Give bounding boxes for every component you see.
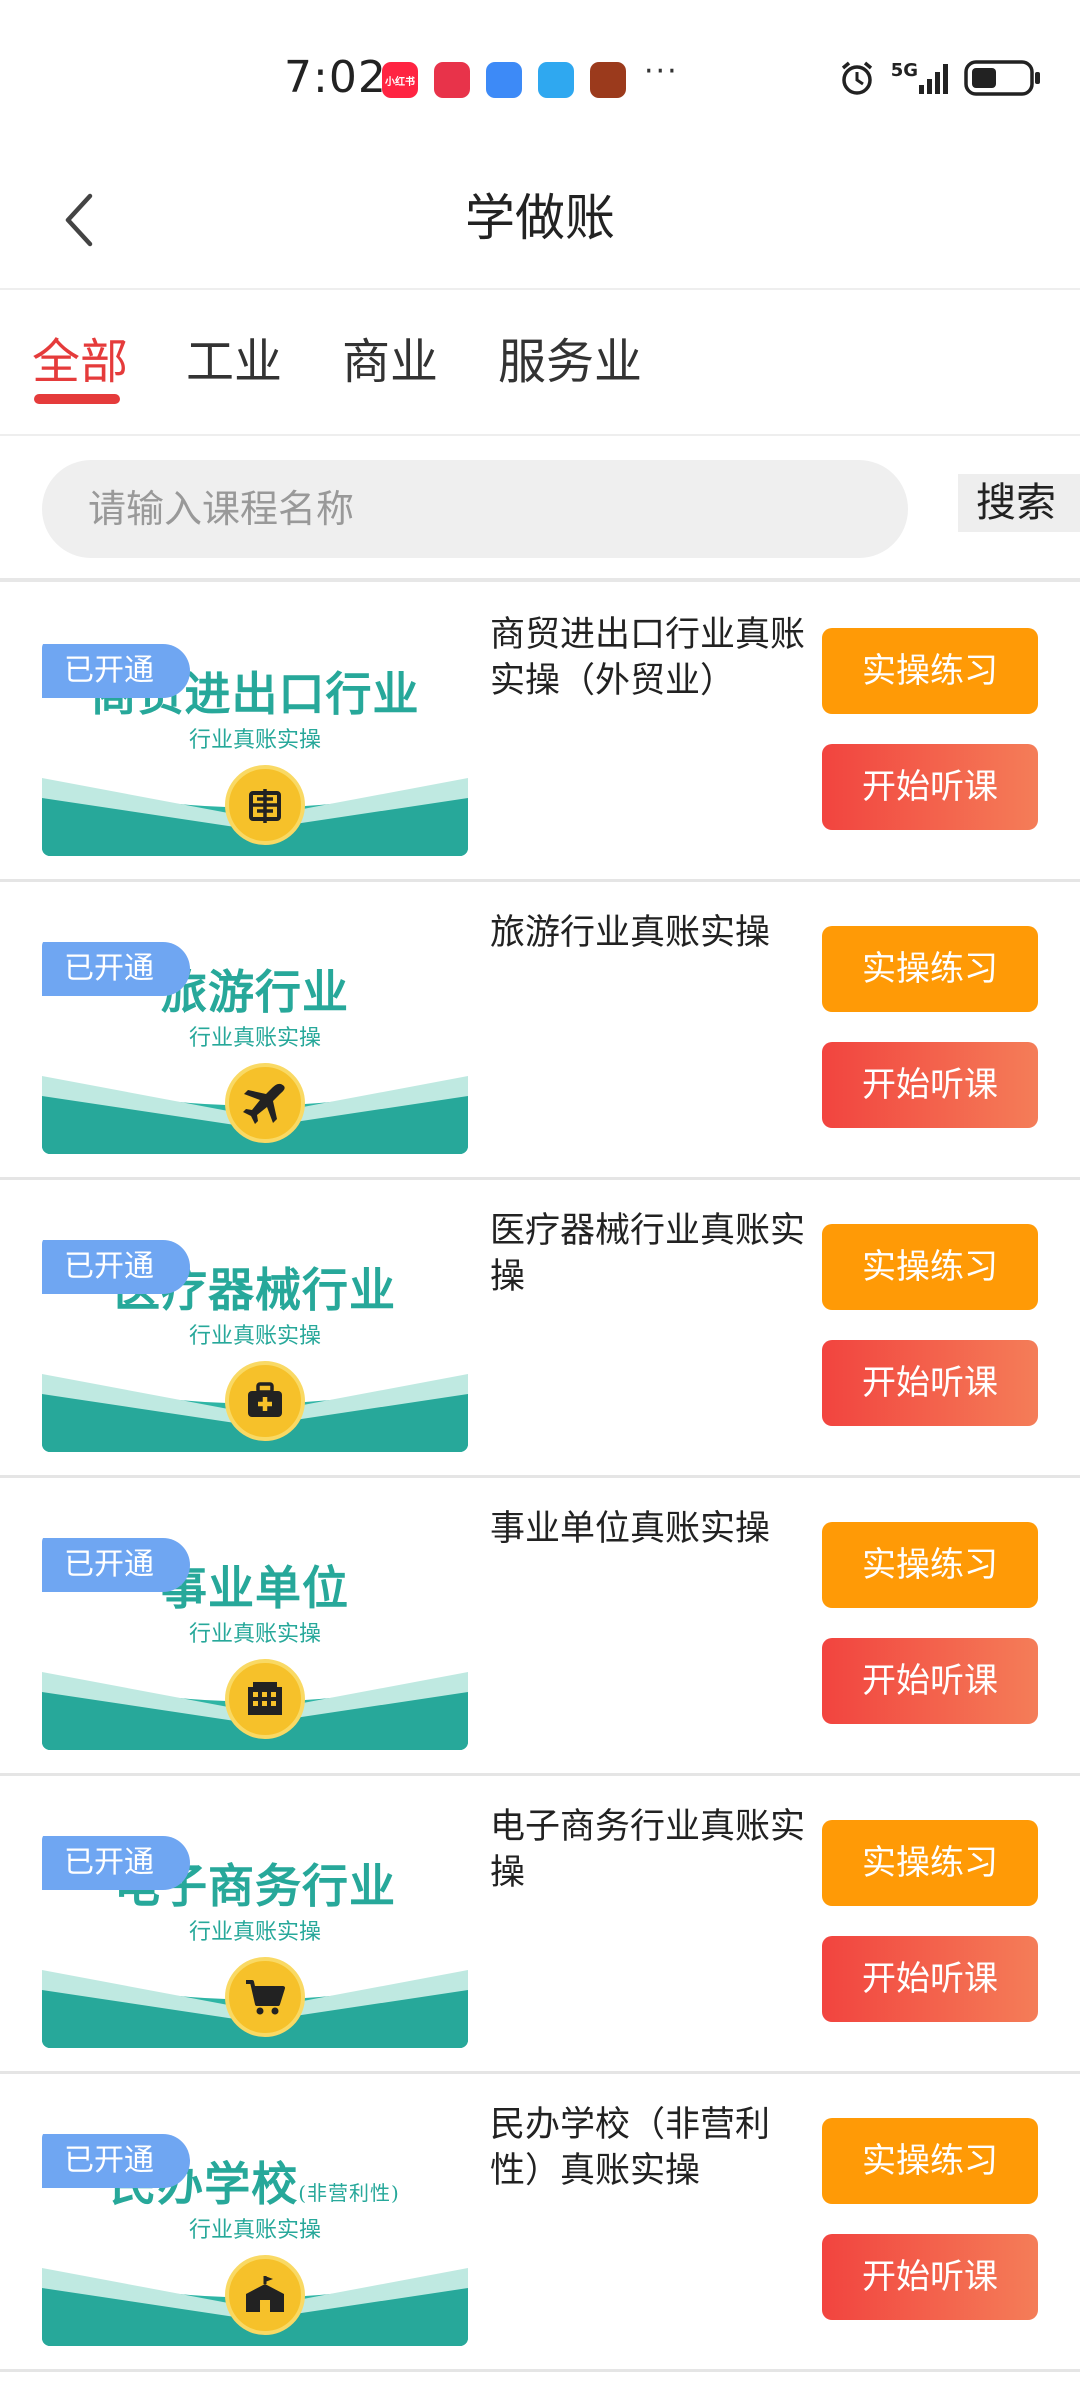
- banner-subtitle: 行业真账实操: [188, 2218, 321, 2243]
- course-list: 商贸进出口行业 行业真账实操 已开通 商贸进出口行业真账实操（外贸业） 实操练习 开始听课…: [0, 584, 1080, 2372]
- course-banner[interactable]: 商贸进出口行业 行业真账实操 已开通: [42, 640, 468, 856]
- building-icon: [225, 1659, 305, 1739]
- tab-industry[interactable]: 工业: [186, 322, 282, 392]
- school-icon: [225, 2255, 305, 2335]
- search-input[interactable]: [42, 460, 908, 558]
- enrolled-badge: 已开通: [42, 1240, 190, 1294]
- start-listening-button[interactable]: 开始听课: [822, 1042, 1038, 1128]
- start-listening-button[interactable]: 开始听课: [822, 1638, 1038, 1724]
- banner-subtitle: 行业真账实操: [188, 728, 321, 753]
- start-listening-button[interactable]: 开始听课: [822, 744, 1038, 830]
- practice-button[interactable]: 实操练习: [822, 1820, 1038, 1906]
- course-name[interactable]: 旅游行业真账实操: [490, 910, 810, 956]
- course-item[interactable]: 医疗器械行业 行业真账实操 已开通 医疗器械行业真账实操 实操练习 开始听课: [0, 1180, 1080, 1478]
- huawei-icon: [434, 62, 470, 98]
- practice-button[interactable]: 实操练习: [822, 926, 1038, 1012]
- enrolled-badge: 已开通: [42, 1836, 190, 1890]
- system-status: 5G: [837, 58, 1042, 102]
- enrolled-badge: 已开通: [42, 1538, 190, 1592]
- customs-icon: [225, 765, 305, 845]
- banner-subtitle: 行业真账实操: [188, 1920, 321, 1945]
- enrolled-badge: 已开通: [42, 644, 190, 698]
- tab-service[interactable]: 服务业: [498, 322, 642, 392]
- banner-subtitle: 行业真账实操: [188, 1324, 321, 1349]
- course-item[interactable]: 电子商务行业 行业真账实操 已开通 电子商务行业真账实操 实操练习 开始听课: [0, 1776, 1080, 2074]
- medical-kit-icon: [225, 1361, 305, 1441]
- battery-icon: [964, 58, 1042, 102]
- practice-button[interactable]: 实操练习: [822, 628, 1038, 714]
- course-name[interactable]: 商贸进出口行业真账实操（外贸业）: [490, 612, 810, 704]
- enrolled-badge: 已开通: [42, 2134, 190, 2188]
- course-banner[interactable]: 旅游行业 行业真账实操 已开通: [42, 938, 468, 1154]
- practice-button[interactable]: 实操练习: [822, 1224, 1038, 1310]
- course-name[interactable]: 民办学校（非营利性）真账实操: [490, 2102, 810, 2194]
- cloud-icon: [486, 62, 522, 98]
- course-banner[interactable]: 民办学校(非营利性) 行业真账实操 已开通: [42, 2130, 468, 2346]
- course-item[interactable]: 商贸进出口行业 行业真账实操 已开通 商贸进出口行业真账实操（外贸业） 实操练习 开始听课: [0, 584, 1080, 882]
- active-tab-indicator: [34, 394, 120, 404]
- page-header: 学做账: [0, 150, 1080, 290]
- course-banner[interactable]: 事业单位 行业真账实操 已开通: [42, 1534, 468, 1750]
- course-item[interactable]: 民办学校(非营利性) 行业真账实操 已开通 民办学校（非营利性）真账实操 实操练习 开始听…: [0, 2074, 1080, 2372]
- alarm-icon: [837, 58, 877, 102]
- course-name[interactable]: 事业单位真账实操: [490, 1506, 810, 1552]
- course-item[interactable]: 事业单位 行业真账实操 已开通 事业单位真账实操 实操练习 开始听课: [0, 1478, 1080, 1776]
- banner-subtitle: 行业真账实操: [188, 1622, 321, 1647]
- status-bar: 7:02 小红书 ··· 5G: [0, 0, 1080, 150]
- course-banner[interactable]: 医疗器械行业 行业真账实操 已开通: [42, 1236, 468, 1452]
- category-tabs: 全部 工业 商业 服务业: [0, 292, 1080, 436]
- network-type: 5G: [890, 59, 918, 81]
- start-listening-button[interactable]: 开始听课: [822, 1340, 1038, 1426]
- course-name[interactable]: 医疗器械行业真账实操: [490, 1208, 810, 1300]
- signal-icon: [918, 61, 950, 99]
- cart-icon: [225, 1957, 305, 2037]
- airplane-icon: [225, 1063, 305, 1143]
- xiaohongshu-icon: 小红书: [382, 62, 418, 98]
- game-icon: [590, 62, 626, 98]
- enrolled-badge: 已开通: [42, 942, 190, 996]
- practice-button[interactable]: 实操练习: [822, 2118, 1038, 2204]
- notification-icons: 小红书: [382, 62, 626, 98]
- status-time: 7:02: [284, 52, 387, 103]
- tab-all[interactable]: 全部: [32, 322, 128, 392]
- start-listening-button[interactable]: 开始听课: [822, 2234, 1038, 2320]
- tab-commerce[interactable]: 商业: [342, 322, 438, 392]
- page-title: 学做账: [465, 189, 615, 247]
- course-item[interactable]: 旅游行业 行业真账实操 已开通 旅游行业真账实操 实操练习 开始听课: [0, 882, 1080, 1180]
- course-banner[interactable]: 电子商务行业 行业真账实操 已开通: [42, 1832, 468, 2048]
- weather-icon: [538, 62, 574, 98]
- more-notifications-icon: ···: [644, 54, 679, 89]
- search-bar: 搜索: [0, 438, 1080, 582]
- practice-button[interactable]: 实操练习: [822, 1522, 1038, 1608]
- course-name[interactable]: 电子商务行业真账实操: [490, 1804, 810, 1896]
- search-button[interactable]: 搜索: [958, 474, 1080, 532]
- start-listening-button[interactable]: 开始听课: [822, 1936, 1038, 2022]
- banner-subtitle: 行业真账实操: [188, 1026, 321, 1051]
